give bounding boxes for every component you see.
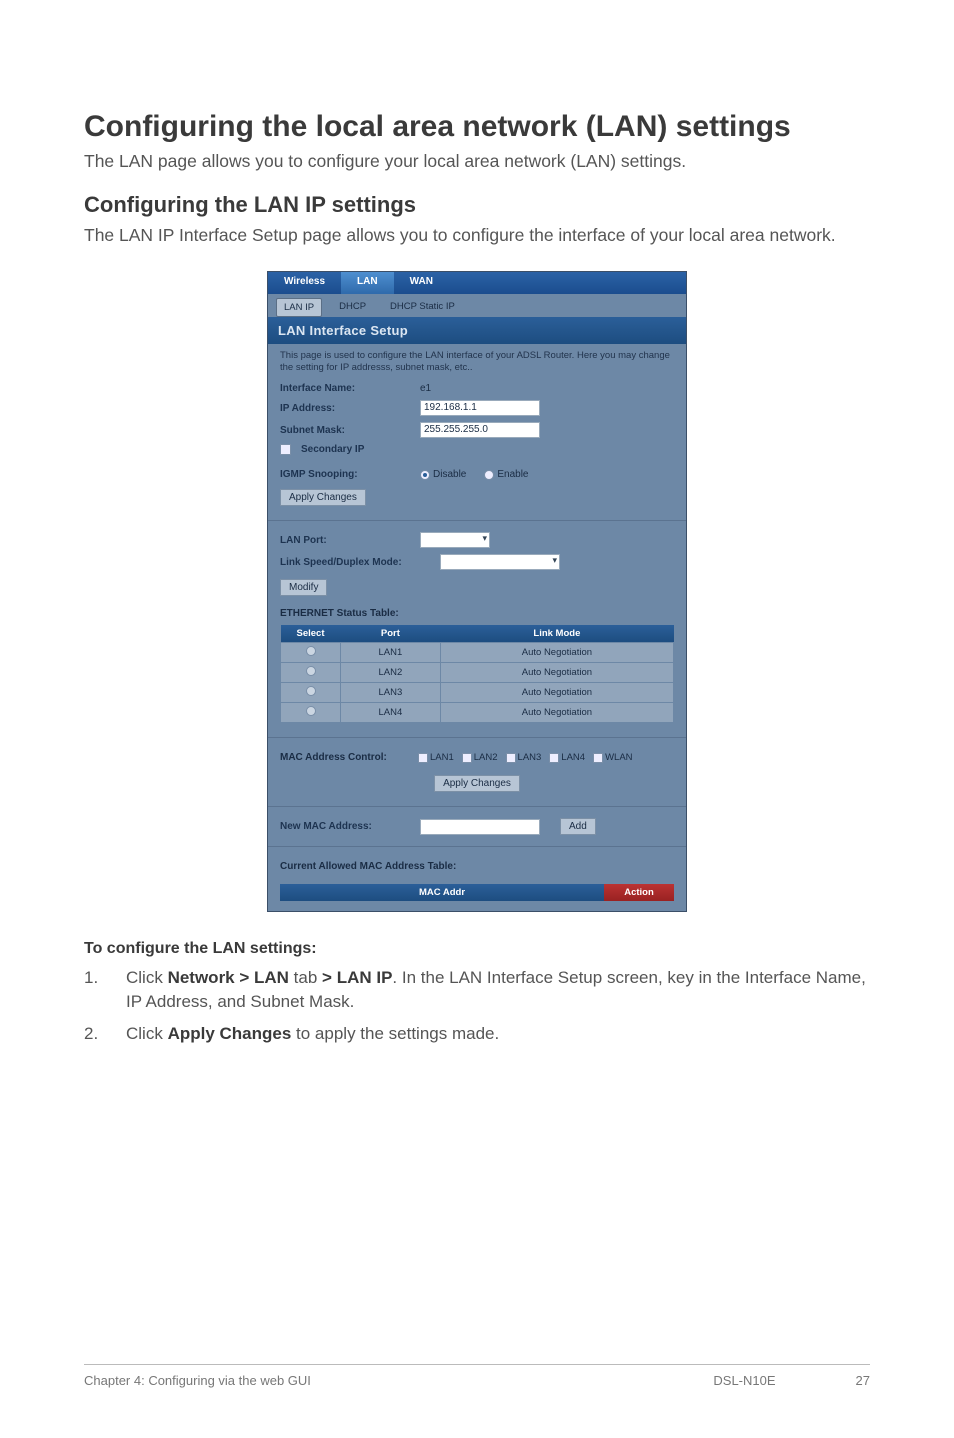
section-heading: Configuring the LAN IP settings [84,192,870,218]
tab-wireless[interactable]: Wireless [268,272,341,294]
radio-icon [420,470,430,480]
page-title: Configuring the local area network (LAN)… [84,110,870,144]
th-mac-addr: MAC Addr [280,884,604,901]
lan-port-select[interactable] [420,532,490,548]
modify-button[interactable]: Modify [280,579,327,596]
apply-changes-button[interactable]: Apply Changes [280,489,366,506]
table-row: LAN3 Auto Negotiation [281,683,674,703]
cell-mode: Auto Negotiation [440,703,673,723]
subtab-lan-ip[interactable]: LAN IP [276,298,322,317]
mac-lan4-checkbox[interactable]: LAN4 [549,752,585,763]
checkbox-icon [549,753,559,763]
cell-port: LAN3 [341,683,441,703]
table-row: LAN4 Auto Negotiation [281,703,674,723]
step-text: Click Network > LAN tab > LAN IP. In the… [126,966,870,1014]
page-footer: Chapter 4: Configuring via the web GUI D… [84,1364,870,1388]
iface-name-value: e1 [420,383,431,394]
table-row: LAN2 Auto Negotiation [281,663,674,683]
allowed-mac-title: Current Allowed MAC Address Table: [268,855,686,878]
th-link-mode: Link Mode [440,625,673,643]
allowed-mac-table: MAC Addr Action [280,884,674,901]
ip-address-label: IP Address: [280,403,410,414]
step-text: Click Apply Changes to apply the setting… [126,1022,870,1046]
apply-changes-mac-button[interactable]: Apply Changes [434,775,520,792]
footer-chapter: Chapter 4: Configuring via the web GUI [84,1373,311,1388]
link-speed-select[interactable] [440,554,560,570]
radio-icon [484,470,494,480]
subtab-dhcp-static[interactable]: DHCP Static IP [383,298,462,317]
router-screenshot: Wireless LAN WAN LAN IP DHCP DHCP Static… [267,271,687,912]
subnet-mask-input[interactable]: 255.255.255.0 [420,422,540,438]
row-select-radio[interactable] [306,686,316,696]
cell-mode: Auto Negotiation [440,663,673,683]
secondary-ip-checkbox[interactable] [280,444,291,455]
sub-tabs: LAN IP DHCP DHCP Static IP [268,294,686,317]
cell-port: LAN4 [341,703,441,723]
secondary-ip-label: Secondary IP [301,444,364,455]
link-speed-label: Link Speed/Duplex Mode: [280,557,430,568]
iface-name-label: Interface Name: [280,383,410,394]
igmp-disable-label: Disable [433,469,466,480]
footer-page-number: 27 [856,1373,870,1388]
igmp-enable-label: Enable [497,469,528,480]
add-button[interactable]: Add [560,818,596,835]
checkbox-icon [593,753,603,763]
ethernet-status-table: Select Port Link Mode LAN1 Auto Negotiat… [280,625,674,723]
list-item: 2. Click Apply Changes to apply the sett… [84,1022,870,1046]
tab-lan[interactable]: LAN [341,272,394,294]
row-select-radio[interactable] [306,666,316,676]
igmp-label: IGMP Snooping: [280,469,410,480]
eth-table-title: ETHERNET Status Table: [268,602,686,625]
th-port: Port [341,625,441,643]
igmp-disable-radio[interactable]: Disable [420,469,466,480]
mac-lan2-checkbox[interactable]: LAN2 [462,752,498,763]
ip-address-input[interactable]: 192.168.1.1 [420,400,540,416]
mac-control-label: MAC Address Control: [280,752,410,763]
step-number: 1. [84,966,126,1014]
th-select: Select [281,625,341,643]
intro-text: The LAN page allows you to configure you… [84,150,870,174]
mac-wlan-checkbox[interactable]: WLAN [593,752,632,763]
panel-desc: This page is used to configure the LAN i… [268,344,686,380]
th-action: Action [604,884,674,901]
section-text: The LAN IP Interface Setup page allows y… [84,224,870,248]
checkbox-icon [506,753,516,763]
subtab-dhcp[interactable]: DHCP [332,298,373,317]
tab-wan[interactable]: WAN [394,272,449,294]
subnet-mask-label: Subnet Mask: [280,425,410,436]
row-select-radio[interactable] [306,646,316,656]
cell-mode: Auto Negotiation [440,683,673,703]
igmp-enable-radio[interactable]: Enable [484,469,528,480]
row-select-radio[interactable] [306,706,316,716]
table-row: LAN1 Auto Negotiation [281,643,674,663]
step-number: 2. [84,1022,126,1046]
cell-mode: Auto Negotiation [440,643,673,663]
checkbox-icon [462,753,472,763]
procedure-heading: To configure the LAN settings: [84,940,870,958]
panel-title: LAN Interface Setup [268,317,686,344]
list-item: 1. Click Network > LAN tab > LAN IP. In … [84,966,870,1014]
footer-model: DSL-N10E [713,1373,775,1388]
mac-lan3-checkbox[interactable]: LAN3 [506,752,542,763]
mac-lan1-checkbox[interactable]: LAN1 [418,752,454,763]
checkbox-icon [418,753,428,763]
lan-port-label: LAN Port: [280,535,410,546]
steps-list: 1. Click Network > LAN tab > LAN IP. In … [84,966,870,1045]
cell-port: LAN2 [341,663,441,683]
new-mac-label: New MAC Address: [280,821,410,832]
cell-port: LAN1 [341,643,441,663]
top-tabs: Wireless LAN WAN [268,272,686,294]
new-mac-input[interactable] [420,819,540,835]
